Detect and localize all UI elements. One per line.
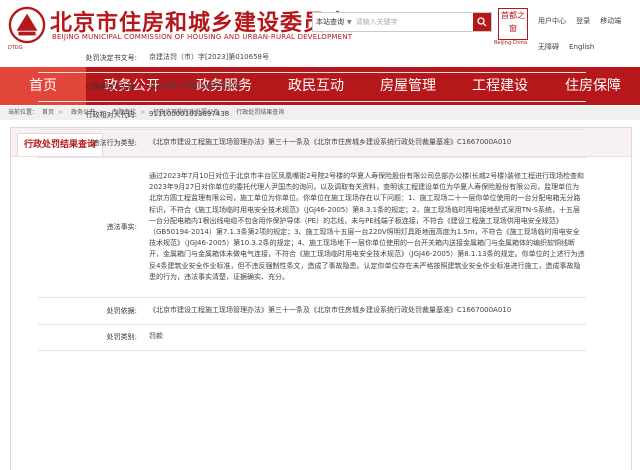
table-row: 处罚依据: 《北京市建设工程施工现场管理办法》第三十一条及《北京市住房城乡建设系… <box>38 297 586 325</box>
table-row: 违法行为类型: 《北京市建设工程施工现场管理办法》第三十一条及《北京市住房城乡建… <box>38 129 586 158</box>
table-row: 处罚类别: 罚款 <box>38 324 586 351</box>
table-row: 处罚决定书文号: 京建法罚（市）字[2023]第010658号 <box>38 44 586 73</box>
row-label: 行政相对人代码: <box>38 101 143 130</box>
search-button[interactable] <box>473 13 491 31</box>
row-value: 《北京市建设工程施工现场管理办法》第三十一条及《北京市住房城乡建设系统行政处罚裁… <box>143 297 586 325</box>
search-box: 本站查询 ▼ 请输入关键字 <box>312 12 492 32</box>
mobile-link[interactable]: 移动端 <box>600 16 621 26</box>
row-label: 行政相对人名称: <box>38 72 143 102</box>
table-row: 行政相对人代码: 911100001013897438 <box>38 101 586 130</box>
row-value: 京建法罚（市）字[2023]第010658号 <box>143 44 586 73</box>
table-row: 违法事实: 通过2023年7月10日对位于北京市丰台区凤凰嘴街2号院2号楼的华夏… <box>38 157 586 298</box>
row-label: 违法行为类型: <box>38 129 143 158</box>
row-value: 罚款 <box>143 324 586 351</box>
breadcrumb-label: 当前位置： <box>8 109 39 116</box>
row-value: 北京市第三建筑工程有限公司 <box>143 72 586 102</box>
table-row: 行政相对人名称: 北京市第三建筑工程有限公司 <box>38 72 586 102</box>
row-label: 处罚类别: <box>38 324 143 351</box>
site-subtitle: BEIJING MUNICIPAL COMMISSION OF HOUSING … <box>52 33 353 41</box>
row-value: 911100001013897438 <box>143 101 586 130</box>
search-input[interactable]: 请输入关键字 <box>356 17 473 27</box>
record-table: 处罚决定书文号: 京建法罚（市）字[2023]第010658号 行政相对人名称:… <box>38 44 586 351</box>
emblem-logo-icon[interactable] <box>8 6 46 44</box>
logo-caption: DTDG <box>8 45 23 51</box>
capital-window-badge[interactable]: 首都之窗 <box>498 8 528 40</box>
row-label: 违法事实: <box>38 157 143 298</box>
row-value: 通过2023年7月10日对位于北京市丰台区凤凰嘴街2号院2号楼的华夏人寿保险股份… <box>143 157 586 298</box>
user-center-link[interactable]: 用户中心 <box>538 16 566 26</box>
login-link[interactable]: 登录 <box>576 16 590 26</box>
row-label: 处罚依据: <box>38 297 143 325</box>
chevron-down-icon[interactable]: ▼ <box>347 19 352 26</box>
row-label: 处罚决定书文号: <box>38 44 143 73</box>
search-scope-select[interactable]: 本站查询 <box>313 17 347 27</box>
search-icon <box>477 17 487 27</box>
row-value: 《北京市建设工程施工现场管理办法》第三十一条及《北京市住房城乡建设系统行政处罚裁… <box>143 129 586 158</box>
